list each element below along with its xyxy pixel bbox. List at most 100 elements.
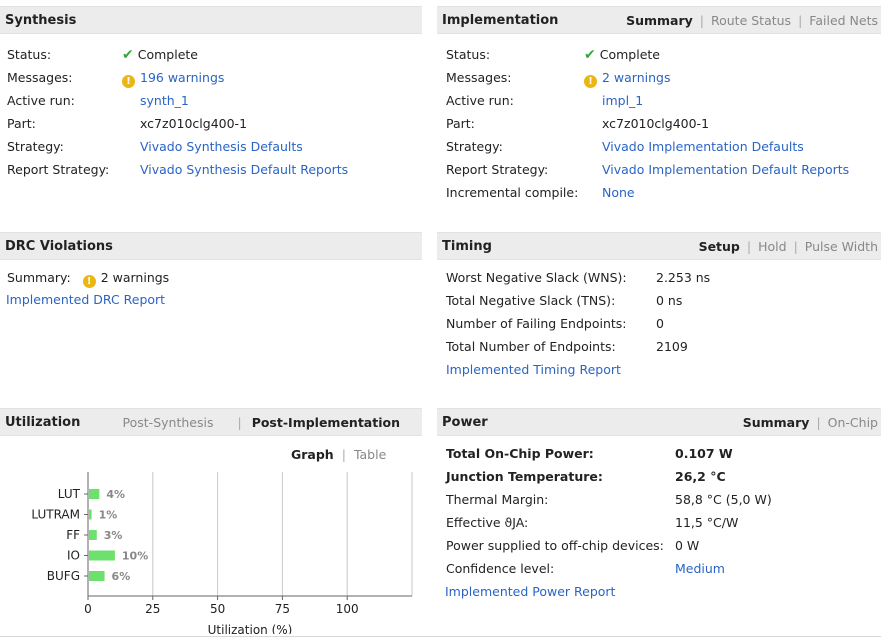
x-tick-label: 100 — [336, 602, 359, 616]
synthesis-value-text[interactable]: Vivado Synthesis Default Reports — [140, 162, 348, 177]
synthesis-value-text[interactable]: Vivado Synthesis Defaults — [140, 139, 303, 154]
utilization-view-tabs: Graph | Table — [291, 447, 387, 462]
synthesis-value-text[interactable]: synth_1 — [140, 93, 189, 108]
implementation-label: Report Strategy: — [446, 162, 549, 177]
tab-post-implementation[interactable]: Post-Implementation — [252, 415, 400, 430]
power-report-link[interactable]: Implemented Power Report — [445, 583, 615, 601]
implementation-value-text[interactable]: Vivado Implementation Defaults — [602, 139, 804, 154]
category-label: BUFG — [47, 569, 80, 583]
power-row-junction-temperature: Junction Temperature: 26,2 °C — [446, 468, 876, 486]
implementation-value-text[interactable]: None — [602, 185, 635, 200]
power-value-text: 0.107 W — [675, 446, 733, 461]
check-icon: ✔ — [584, 47, 596, 63]
drc-report-link[interactable]: Implemented DRC Report — [6, 291, 165, 309]
power-value-text[interactable]: Medium — [675, 561, 725, 576]
bar — [89, 489, 100, 499]
utilization-panel: Utilization Post-Synthesis | Post-Implemen… — [0, 408, 422, 639]
power-value: 11,5 °C/W — [675, 514, 738, 532]
implementation-value-text: xc7z010clg400-1 — [602, 116, 710, 131]
synthesis-value-text[interactable]: 196 warnings — [140, 70, 224, 85]
synthesis-row-part: Part: xc7z010clg400-1 — [7, 115, 417, 133]
tab-failed-nets[interactable]: Failed Nets — [809, 13, 878, 28]
implementation-value-text[interactable]: Vivado Implementation Default Reports — [602, 162, 849, 177]
power-value-text: 11,5 °C/W — [675, 515, 739, 530]
x-tick-label: 50 — [210, 602, 225, 616]
timing-tabs: Setup | Hold | Pulse Width — [698, 239, 878, 254]
synthesis-value[interactable]: Vivado Synthesis Defaults — [140, 138, 303, 156]
utilization-title: Utilization — [5, 415, 81, 430]
timing-title: Timing — [442, 239, 492, 254]
tab-setup[interactable]: Setup — [699, 239, 740, 254]
implementation-value[interactable]: Vivado Implementation Defaults — [602, 138, 804, 156]
implementation-title: Implementation — [442, 13, 559, 28]
timing-value-text: 0 ns — [656, 293, 683, 308]
tab-power-summary[interactable]: Summary — [743, 415, 810, 430]
tab-on-chip[interactable]: On-Chip — [828, 415, 878, 430]
tab-graph[interactable]: Graph — [291, 447, 334, 462]
implementation-tabs: Summary | Route Status | Failed Nets — [626, 13, 878, 28]
synthesis-row-status: Status: ✔ Complete — [7, 46, 417, 64]
synthesis-label: Status: — [7, 47, 52, 62]
timing-row-total-number-of-endpoints: Total Number of Endpoints: 2109 — [446, 338, 876, 356]
synthesis-title: Synthesis — [5, 13, 77, 28]
implementation-value[interactable]: Vivado Implementation Default Reports — [602, 161, 849, 179]
synthesis-row-active-run: Active run: synth_1 — [7, 92, 417, 110]
power-value[interactable]: Medium — [675, 560, 725, 578]
synthesis-value[interactable]: ! 196 warnings — [122, 69, 224, 88]
x-tick-label: 25 — [145, 602, 160, 616]
x-tick-label: 0 — [84, 602, 92, 616]
drc-panel: DRC Violations Summary: ! 2 warnings Impl… — [0, 232, 422, 402]
timing-label: Total Number of Endpoints: — [446, 339, 616, 354]
power-title: Power — [442, 415, 488, 430]
synthesis-label: Report Strategy: — [7, 162, 110, 177]
implementation-value[interactable]: impl_1 — [602, 92, 643, 110]
timing-value-text: 0 — [656, 316, 664, 331]
synthesis-value-text: xc7z010clg400-1 — [140, 116, 248, 131]
synthesis-label: Active run: — [7, 93, 75, 108]
implementation-value[interactable]: ! 2 warnings — [584, 69, 671, 88]
implementation-label: Part: — [446, 116, 475, 131]
implementation-value: ✔ Complete — [584, 46, 660, 64]
power-header: Power Summary | On-Chip — [437, 408, 881, 436]
timing-report-link[interactable]: Implemented Timing Report — [446, 361, 621, 379]
implementation-value-text[interactable]: impl_1 — [602, 93, 643, 108]
tab-pulse-width[interactable]: Pulse Width — [805, 239, 878, 254]
implementation-row-active-run: Active run: impl_1 — [446, 92, 876, 110]
power-label: Confidence level: — [446, 561, 555, 576]
bar-value-label: 6% — [112, 570, 131, 583]
implementation-value[interactable]: None — [602, 184, 635, 202]
timing-row-total-negative-slack-tns: Total Negative Slack (TNS): 0 ns — [446, 292, 876, 310]
power-label: Thermal Margin: — [446, 492, 549, 507]
bar-value-label: 10% — [122, 550, 148, 563]
tab-hold[interactable]: Hold — [758, 239, 786, 254]
power-value: 58,8 °C (5,0 W) — [675, 491, 772, 509]
power-value-text: 26,2 °C — [675, 469, 726, 484]
synthesis-value[interactable]: synth_1 — [140, 92, 189, 110]
synthesis-value[interactable]: Vivado Synthesis Default Reports — [140, 161, 348, 179]
timing-row-worst-negative-slack-wns: Worst Negative Slack (WNS): 2.253 ns — [446, 269, 876, 287]
drc-summary-value: 2 warnings — [100, 270, 170, 285]
bar-value-label: 4% — [106, 488, 125, 501]
utilization-chart: 0 25 50 75 100 LUT 4% LUTRAM 1% FF 3% IO 10% BUFG 6% Ut… — [31, 472, 413, 634]
synthesis-row-strategy: Strategy: Vivado Synthesis Defaults — [7, 138, 417, 156]
timing-value: 2.253 ns — [656, 269, 710, 287]
timing-label: Worst Negative Slack (WNS): — [446, 270, 627, 285]
implementation-value-text[interactable]: 2 warnings — [602, 70, 671, 85]
implementation-row-status: Status: ✔ Complete — [446, 46, 876, 64]
synthesis-label: Messages: — [7, 70, 73, 85]
synthesis-value-text: Complete — [137, 47, 198, 62]
tab-table[interactable]: Table — [354, 447, 386, 462]
power-label: Junction Temperature: — [446, 469, 603, 484]
tab-post-synthesis[interactable]: Post-Synthesis — [123, 415, 214, 430]
bar — [89, 571, 105, 581]
x-axis-label: Utilization (%) — [208, 623, 293, 634]
bar-value-label: 3% — [104, 529, 123, 542]
tab-summary[interactable]: Summary — [626, 13, 693, 28]
bar — [89, 530, 97, 540]
timing-value: 0 ns — [656, 292, 682, 310]
implementation-panel: Implementation Summary | Route Status | Fail… — [437, 6, 881, 206]
tab-route-status[interactable]: Route Status — [711, 13, 791, 28]
implementation-row-report-strategy: Report Strategy: Vivado Implementation De… — [446, 161, 876, 179]
drc-summary-row: Summary: ! 2 warnings — [7, 269, 170, 288]
power-value: 26,2 °C — [675, 468, 726, 486]
